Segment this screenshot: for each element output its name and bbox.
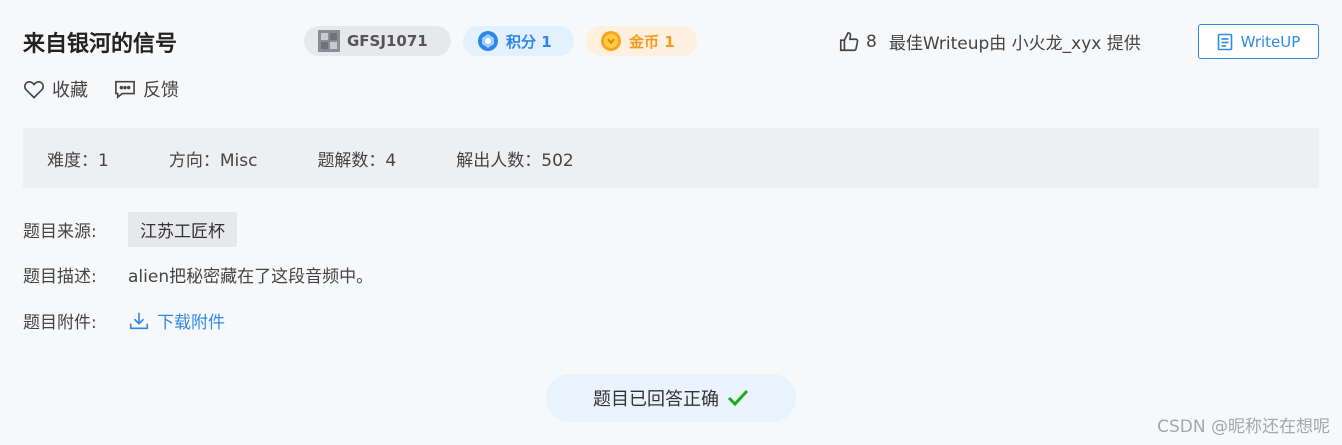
- likes-area: 8 最佳Writeup由 小火龙_xyx 提供: [838, 29, 1141, 54]
- direction-stat: 方向：Misc: [168, 150, 258, 171]
- solvers-stat: 解出人数：502: [456, 150, 574, 171]
- document-icon: [1217, 33, 1232, 50]
- score-badge: 积分 1: [463, 26, 574, 56]
- attachment-label: 题目附件:: [23, 313, 97, 333]
- coin-badge: 金币 1: [586, 26, 697, 56]
- description-row: 题目描述: alien把秘密藏在了这段音频中。: [23, 262, 373, 287]
- likes-count: 8: [866, 31, 877, 52]
- challenge-title: 来自银河的信号: [23, 32, 178, 57]
- challenge-thumbnail-icon: [318, 30, 340, 52]
- source-label: 题目来源:: [23, 222, 97, 242]
- description-text: alien把秘密藏在了这段音频中。: [128, 267, 374, 287]
- coin-label: 金币 1: [629, 32, 675, 51]
- challenge-id-badge: GFSJ1071: [304, 26, 451, 56]
- favorite-label: 收藏: [52, 80, 88, 101]
- download-attachment-link[interactable]: 下载附件: [128, 308, 225, 333]
- thumbs-up-icon[interactable]: [838, 31, 860, 53]
- download-icon: [129, 312, 149, 329]
- source-row: 题目来源: 江苏工匠杯: [23, 212, 237, 247]
- feedback-button[interactable]: 反馈: [114, 76, 179, 102]
- challenge-id: GFSJ1071: [347, 32, 428, 50]
- answered-label: 题目已回答正确: [593, 389, 719, 410]
- difficulty-stat: 难度：1: [47, 150, 109, 171]
- source-tag: 江苏工匠杯: [128, 212, 237, 247]
- feedback-icon: [115, 80, 135, 99]
- coin-icon: [601, 31, 621, 51]
- challenge-stats: 难度：1 方向：Misc 题解数：4 解出人数：502: [23, 128, 1319, 188]
- check-icon: [727, 389, 749, 407]
- answered-status: 题目已回答正确: [546, 374, 796, 422]
- download-link-label: 下载附件: [157, 313, 225, 333]
- writeup-button[interactable]: WriteUP: [1198, 24, 1319, 59]
- watermark: CSDN @昵称还在想呢: [1157, 417, 1330, 437]
- best-writeup-text: 最佳Writeup由 小火龙_xyx 提供: [888, 34, 1141, 54]
- challenge-actions: 收藏 反馈: [23, 76, 205, 102]
- favorite-button[interactable]: 收藏: [23, 76, 88, 102]
- writeup-button-label: WriteUP: [1240, 32, 1301, 51]
- challenge-page: 来自银河的信号 GFSJ1071 积分 1 金币 1 8 最佳Writeup由 …: [0, 0, 1342, 445]
- attachment-row: 题目附件: 下载附件: [23, 308, 225, 333]
- score-label: 积分 1: [506, 32, 552, 51]
- heart-icon: [24, 81, 44, 99]
- solutions-stat: 题解数：4: [317, 150, 397, 171]
- score-icon: [478, 31, 498, 51]
- description-label: 题目描述:: [23, 267, 97, 287]
- feedback-label: 反馈: [143, 80, 179, 101]
